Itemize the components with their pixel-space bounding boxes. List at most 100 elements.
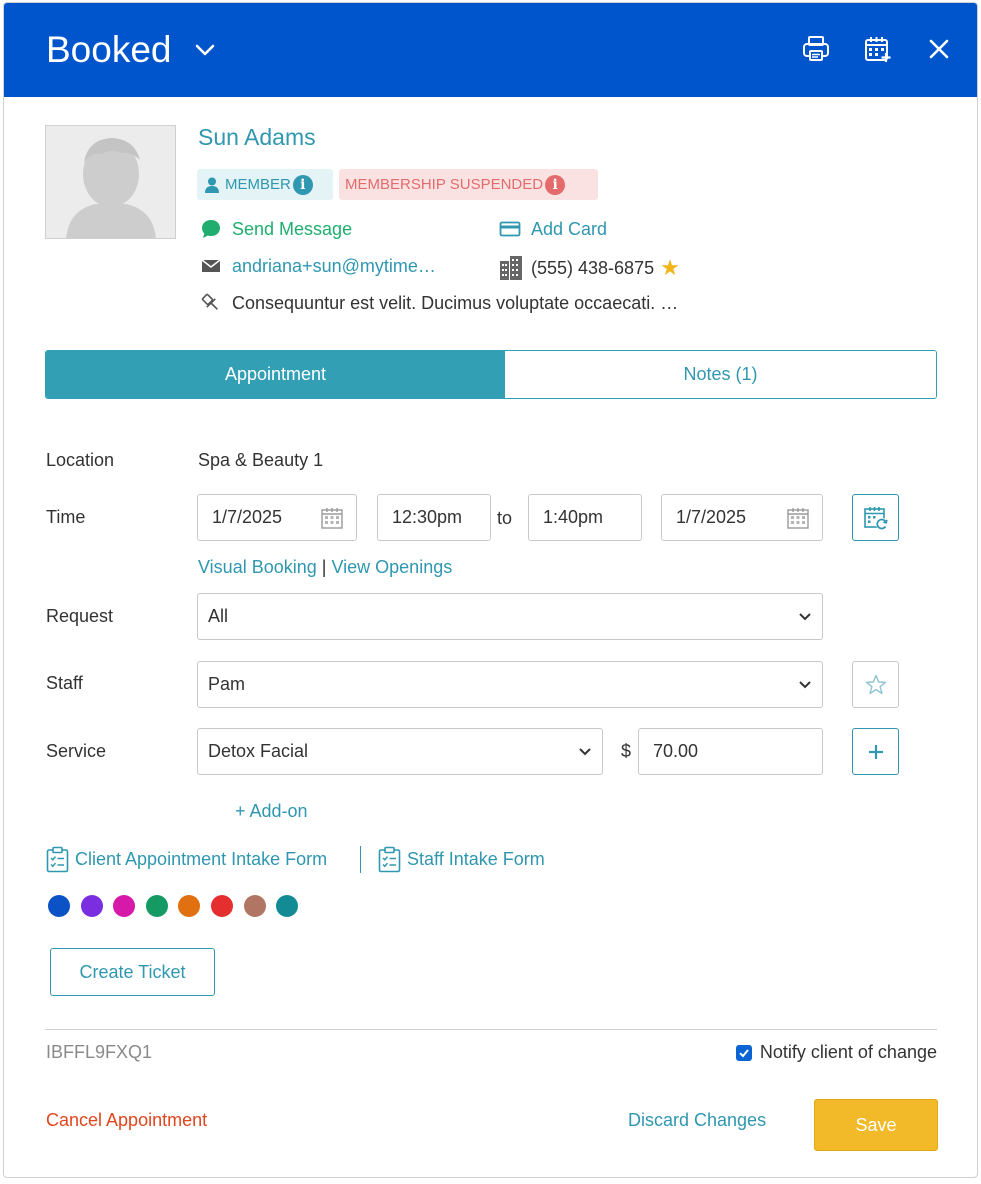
building-icon: [500, 256, 522, 280]
notify-client-checkbox[interactable]: Notify client of change: [735, 1042, 937, 1063]
cancel-appointment-link[interactable]: Cancel Appointment: [46, 1110, 207, 1131]
calendar-repeat-icon: [863, 506, 888, 530]
booking-links: Visual Booking | View Openings: [198, 557, 452, 578]
modal-header: Booked: [4, 3, 977, 97]
client-intake-form-label: Client Appointment Intake Form: [75, 849, 328, 869]
add-card-link[interactable]: Add Card: [499, 218, 607, 240]
info-icon[interactable]: i: [545, 174, 566, 195]
color-swatch[interactable]: [243, 895, 266, 917]
add-on-link[interactable]: + Add-on: [235, 801, 308, 822]
send-message-link[interactable]: Send Message: [200, 218, 352, 240]
clipboard-check-icon: [378, 846, 401, 873]
client-note: Consequuntur est velit. Ducimus voluptat…: [200, 292, 678, 314]
link-separator: |: [321, 557, 327, 577]
envelope-icon: [201, 259, 221, 272]
email-link[interactable]: andriana+sun@mytime…: [200, 255, 436, 277]
credit-card-icon: [499, 221, 521, 237]
status-title[interactable]: Booked: [46, 29, 172, 71]
time-label: Time: [46, 507, 86, 527]
request-value: All: [208, 606, 229, 626]
chevron-down-icon[interactable]: [194, 41, 216, 59]
member-badge: MEMBER i: [197, 169, 333, 200]
color-swatch[interactable]: [48, 895, 70, 917]
avatar: [45, 125, 176, 239]
start-time-value: 12:30pm: [392, 507, 463, 527]
start-time-input[interactable]: 12:30pm: [377, 494, 491, 541]
recurring-appointment-button[interactable]: [852, 494, 899, 541]
pin-icon: [201, 293, 218, 310]
checkbox-checked-icon[interactable]: [735, 1044, 752, 1061]
staff-label: Staff: [46, 673, 83, 693]
color-swatch[interactable]: [178, 895, 201, 917]
service-label: Service: [46, 741, 107, 761]
send-message-label: Send Message: [232, 218, 353, 239]
print-icon[interactable]: [801, 34, 831, 64]
calendar-add-icon[interactable]: [863, 34, 893, 64]
color-swatch[interactable]: [80, 895, 103, 917]
chevron-down-icon: [579, 748, 591, 756]
price-value: 70.00: [653, 741, 699, 761]
end-time-input[interactable]: 1:40pm: [528, 494, 642, 541]
location-label: Location: [46, 450, 115, 470]
discard-changes-link[interactable]: Discard Changes: [628, 1110, 766, 1131]
plus-icon: [868, 744, 883, 759]
footer-divider: [45, 1029, 937, 1030]
color-swatch[interactable]: [113, 895, 136, 917]
star-icon: ★: [660, 255, 680, 280]
color-swatch[interactable]: [276, 895, 299, 917]
suspended-badge-label: MEMBERSHIP SUSPENDED: [345, 176, 544, 193]
chevron-down-icon: [799, 681, 811, 689]
client-name[interactable]: Sun Adams: [198, 124, 316, 151]
start-date-value: 1/7/2025: [212, 507, 283, 527]
request-select[interactable]: All: [197, 593, 823, 640]
close-icon[interactable]: [924, 34, 954, 64]
view-openings-link[interactable]: View Openings: [331, 557, 452, 577]
currency-symbol: $: [621, 741, 632, 761]
visual-booking-link[interactable]: Visual Booking: [198, 557, 317, 577]
save-button[interactable]: Save: [814, 1099, 938, 1151]
color-swatch[interactable]: [210, 895, 233, 917]
member-badge-label: MEMBER: [225, 176, 291, 193]
client-note-text: Consequuntur est velit. Ducimus voluptat…: [232, 292, 679, 313]
info-icon[interactable]: i: [292, 174, 313, 195]
client-intake-form-link[interactable]: Client Appointment Intake Form: [46, 846, 327, 873]
appointment-modal: Booked Sun Adams MEMBER i MEMBERSHIP SUS…: [3, 2, 978, 1178]
end-time-value: 1:40pm: [543, 507, 604, 527]
service-select[interactable]: Detox Facial: [197, 728, 603, 775]
chat-bubble-icon: [202, 220, 220, 238]
chevron-down-icon: [799, 613, 811, 621]
to-label: to: [497, 508, 513, 528]
location-value: Spa & Beauty 1: [198, 450, 324, 470]
add-service-button[interactable]: [852, 728, 899, 775]
clipboard-check-icon: [46, 846, 69, 873]
service-value: Detox Facial: [208, 741, 309, 761]
membership-suspended-badge: MEMBERSHIP SUSPENDED i: [339, 169, 598, 200]
notify-client-label: Notify client of change: [759, 1042, 937, 1062]
create-ticket-button[interactable]: Create Ticket: [50, 948, 215, 996]
end-date-value: 1/7/2025: [676, 507, 747, 527]
staff-value: Pam: [208, 674, 246, 694]
phone-row: (555) 438-6875 ★: [499, 255, 680, 281]
staff-intake-form-label: Staff Intake Form: [407, 849, 545, 869]
person-icon: [205, 177, 219, 193]
divider: [360, 846, 361, 873]
staff-intake-form-link[interactable]: Staff Intake Form: [378, 846, 545, 873]
color-swatch[interactable]: [145, 895, 168, 917]
star-outline-icon: [865, 674, 886, 694]
price-input[interactable]: 70.00: [638, 728, 823, 775]
appointment-color-picker: [48, 895, 309, 917]
tab-notes[interactable]: Notes (1): [505, 351, 936, 398]
end-date-input[interactable]: 1/7/2025: [661, 494, 823, 541]
tab-appointment[interactable]: Appointment: [46, 351, 505, 398]
request-label: Request: [46, 606, 114, 626]
favorite-staff-button[interactable]: [852, 661, 899, 708]
tab-bar: Appointment Notes (1): [45, 350, 937, 399]
start-date-input[interactable]: 1/7/2025: [197, 494, 357, 541]
email-value: andriana+sun@mytime…: [232, 255, 436, 276]
calendar-icon[interactable]: [786, 506, 810, 530]
calendar-icon[interactable]: [320, 506, 344, 530]
person-silhouette-icon: [66, 138, 156, 238]
add-card-label: Add Card: [531, 218, 608, 239]
phone-value[interactable]: (555) 438-6875: [531, 258, 654, 279]
staff-select[interactable]: Pam: [197, 661, 823, 708]
